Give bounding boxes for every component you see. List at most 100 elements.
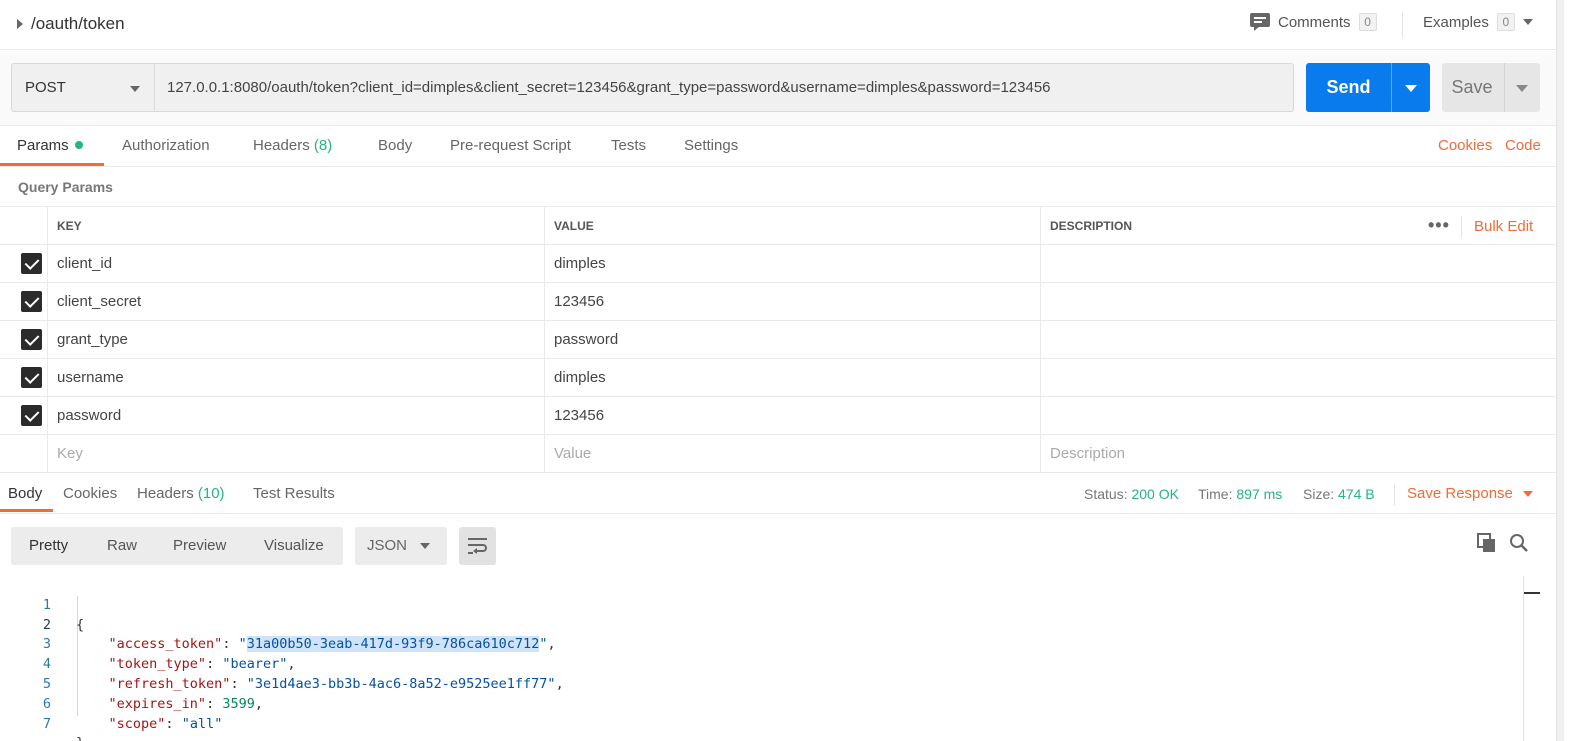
comments-label: Comments xyxy=(1278,13,1351,31)
status-indicator[interactable]: Status: 200 OK xyxy=(1084,486,1179,502)
save-response-button[interactable]: Save Response xyxy=(1407,485,1533,502)
more-options-icon[interactable]: ••• xyxy=(1428,215,1450,236)
response-tabs: Body Cookies Headers (10) Test Results S… xyxy=(0,474,1556,514)
wrap-lines-icon xyxy=(468,538,487,554)
time-value: 897 ms xyxy=(1236,486,1283,502)
tab-authorization[interactable]: Authorization xyxy=(122,137,210,154)
param-description-cell[interactable] xyxy=(1040,283,1556,320)
time-label: Time: xyxy=(1198,486,1233,502)
row-checkbox[interactable] xyxy=(21,367,42,388)
view-pretty[interactable]: Pretty xyxy=(29,537,68,554)
param-value-cell[interactable]: 123456 xyxy=(544,397,1041,434)
chevron-down-icon xyxy=(1522,19,1533,25)
url-input[interactable]: 127.0.0.1:8080/oauth/token?client_id=dim… xyxy=(154,63,1294,112)
param-value-cell[interactable]: password xyxy=(544,321,1041,358)
new-value-input[interactable]: Value xyxy=(544,435,1041,472)
tab-prerequest-script[interactable]: Pre-request Script xyxy=(450,137,571,154)
examples-button[interactable]: Examples 0 xyxy=(1423,13,1533,31)
save-divider xyxy=(1504,63,1505,112)
response-tab-headers[interactable]: Headers (10) xyxy=(137,485,225,502)
method-select[interactable]: POST xyxy=(11,63,154,112)
new-description-input[interactable]: Description xyxy=(1040,435,1556,472)
search-icon[interactable] xyxy=(1509,533,1529,553)
table-row: client_id dimples xyxy=(0,245,1556,283)
new-key-input[interactable]: Key xyxy=(47,435,544,472)
send-button[interactable]: Send xyxy=(1306,63,1430,112)
param-key-cell[interactable]: client_secret xyxy=(47,283,544,320)
cookies-link[interactable]: Cookies xyxy=(1438,137,1492,154)
active-tab-indicator xyxy=(0,163,104,166)
copy-icon[interactable] xyxy=(1477,533,1497,553)
view-preview[interactable]: Preview xyxy=(173,537,226,554)
tab-headers-label: Headers xyxy=(253,137,310,154)
request-title[interactable]: /oauth/token xyxy=(31,14,125,34)
row-checkbox[interactable] xyxy=(21,329,42,350)
column-header-key: KEY xyxy=(47,207,544,244)
format-select[interactable]: JSON xyxy=(355,527,447,565)
row-checkbox[interactable] xyxy=(21,405,42,426)
row-checkbox[interactable] xyxy=(21,253,42,274)
row-checkbox[interactable] xyxy=(21,291,42,312)
param-value-cell[interactable]: dimples xyxy=(544,245,1041,282)
param-key-cell[interactable]: username xyxy=(47,359,544,396)
page-scrollbar[interactable] xyxy=(1556,0,1564,741)
examples-count-badge: 0 xyxy=(1496,13,1515,31)
param-description-cell[interactable] xyxy=(1040,359,1556,396)
query-params-title: Query Params xyxy=(18,179,113,195)
bulk-edit-link[interactable]: Bulk Edit xyxy=(1474,218,1533,235)
code-text: } xyxy=(76,734,84,741)
save-options-chevron-icon[interactable] xyxy=(1516,85,1528,92)
request-tabs: Params Authorization Headers (8) Body Pr… xyxy=(0,127,1556,167)
tab-body[interactable]: Body xyxy=(378,137,412,154)
response-tab-test-results[interactable]: Test Results xyxy=(253,485,335,502)
json-string: "all" xyxy=(181,715,223,732)
table-row: password 123456 xyxy=(0,397,1556,435)
response-body-editor[interactable]: 1 { 2 "access_token": "31a00b50-3eab-417… xyxy=(0,576,1524,741)
param-description-cell[interactable] xyxy=(1040,321,1556,358)
params-active-dot xyxy=(74,141,83,149)
line-number: 7 xyxy=(42,715,51,732)
send-options-chevron-icon[interactable] xyxy=(1405,85,1417,92)
param-key-cell[interactable]: password xyxy=(47,397,544,434)
tab-headers[interactable]: Headers (8) xyxy=(253,137,332,154)
comments-count-badge: 0 xyxy=(1358,13,1377,31)
view-raw[interactable]: Raw xyxy=(107,537,137,554)
save-response-label: Save Response xyxy=(1407,485,1513,502)
code-link[interactable]: Code xyxy=(1505,137,1541,154)
comments-button[interactable]: Comments 0 xyxy=(1250,13,1377,31)
code-line: 3 "token_type": "bearer", xyxy=(0,616,1524,672)
param-description-cell[interactable] xyxy=(1040,397,1556,434)
comment-icon xyxy=(1250,13,1270,31)
chevron-down-icon xyxy=(130,86,140,92)
table-row: grant_type password xyxy=(0,321,1556,359)
view-mode-segmented: Pretty Raw Preview Visualize xyxy=(11,527,343,565)
param-key-cell[interactable]: grant_type xyxy=(47,321,544,358)
view-visualize[interactable]: Visualize xyxy=(264,537,324,554)
code-line: 4 "refresh_token": "3e1d4ae3-bb3b-4ac6-8… xyxy=(0,635,1524,692)
code-line: 7 } xyxy=(0,695,1524,741)
response-tab-cookies[interactable]: Cookies xyxy=(63,485,117,502)
code-line: 2 "access_token": "31a00b50-3eab-417d-93… xyxy=(0,596,1524,653)
param-value-cell[interactable]: 123456 xyxy=(544,283,1041,320)
code-line: 6 "scope": "all" xyxy=(0,675,1524,732)
time-indicator[interactable]: Time: 897 ms xyxy=(1198,486,1282,502)
json-key: "scope" xyxy=(108,715,166,732)
new-param-row: Key Value Description xyxy=(0,435,1556,473)
tab-settings[interactable]: Settings xyxy=(684,137,738,154)
save-button[interactable]: Save xyxy=(1442,63,1540,112)
chevron-down-icon xyxy=(1522,490,1533,497)
param-value-cell[interactable]: dimples xyxy=(544,359,1041,396)
response-tab-body[interactable]: Body xyxy=(8,485,42,502)
divider xyxy=(1394,484,1395,506)
size-indicator[interactable]: Size: 474 B xyxy=(1303,486,1375,502)
editor-scrollbar-track[interactable] xyxy=(1523,576,1524,741)
tab-params[interactable]: Params xyxy=(17,137,83,154)
wrap-lines-button[interactable] xyxy=(459,527,496,565)
format-value: JSON xyxy=(367,537,408,554)
size-value: 474 B xyxy=(1338,486,1375,502)
expand-caret-icon[interactable] xyxy=(17,19,23,29)
param-key-cell[interactable]: client_id xyxy=(47,245,544,282)
param-description-cell[interactable] xyxy=(1040,245,1556,282)
tab-tests[interactable]: Tests xyxy=(611,137,646,154)
tab-params-label: Params xyxy=(17,137,69,154)
